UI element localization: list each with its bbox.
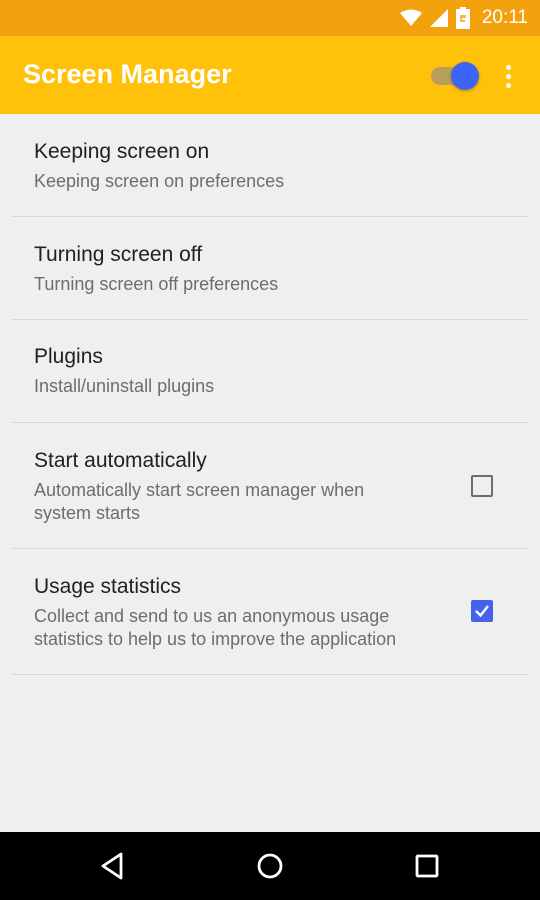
pref-summary: Keeping screen on preferences xyxy=(34,171,285,191)
cell-signal-icon xyxy=(429,9,448,27)
pref-summary: Install/uninstall plugins xyxy=(34,376,215,396)
pref-title: Start automatically xyxy=(34,449,207,472)
overflow-menu-icon[interactable] xyxy=(496,60,520,92)
pref-title: Usage statistics xyxy=(34,575,182,598)
recents-icon xyxy=(415,854,439,878)
status-icons: 20:11 xyxy=(399,0,528,36)
pref-summary-line-1: Automatically start screen manager when xyxy=(34,480,365,500)
pref-plugins[interactable]: Plugins Install/uninstall plugins xyxy=(12,320,528,423)
preferences-list: Keeping screen on Keeping screen on pref… xyxy=(0,114,540,675)
home-button[interactable] xyxy=(250,846,290,886)
pref-title: Turning screen off xyxy=(34,243,203,266)
app-title: Screen Manager xyxy=(23,59,232,89)
pref-start-automatically[interactable]: Start automatically Automatically start … xyxy=(12,423,528,549)
pref-summary: Turning screen off preferences xyxy=(34,274,279,294)
wifi-icon xyxy=(399,9,422,26)
pref-keeping-screen-on[interactable]: Keeping screen on Keeping screen on pref… xyxy=(12,114,528,217)
status-bar: 20:11 xyxy=(0,0,540,36)
pref-turning-screen-off[interactable]: Turning screen off Turning screen off pr… xyxy=(12,217,528,320)
pref-summary-line-2: system starts xyxy=(34,503,141,523)
home-icon xyxy=(257,853,283,879)
pref-title: Keeping screen on xyxy=(34,140,210,163)
pref-title: Plugins xyxy=(34,345,103,368)
status-time: 20:11 xyxy=(481,7,528,28)
pref-usage-statistics[interactable]: Usage statistics Collect and send to us … xyxy=(12,549,528,675)
back-button[interactable] xyxy=(92,846,132,886)
master-toggle-switch[interactable] xyxy=(427,59,483,91)
app-bar: Screen Manager xyxy=(0,36,540,114)
checkmark-icon xyxy=(475,605,489,618)
recents-button[interactable] xyxy=(407,846,447,886)
pref-summary-line-2: statistics to help us to improve the app… xyxy=(34,629,397,649)
back-icon xyxy=(101,852,123,880)
toggle-thumb xyxy=(451,62,479,90)
start-automatically-checkbox[interactable] xyxy=(471,475,493,497)
usage-statistics-checkbox[interactable] xyxy=(471,600,493,622)
battery-icon xyxy=(455,7,470,29)
navigation-bar xyxy=(0,832,540,900)
pref-summary-line-1: Collect and send to us an anonymous usag… xyxy=(34,606,390,626)
